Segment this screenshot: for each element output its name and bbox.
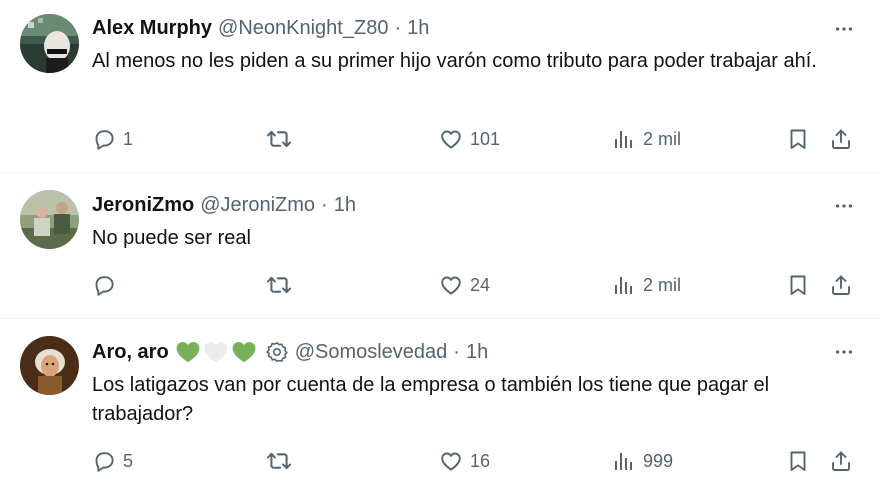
timestamp[interactable]: 1h — [334, 193, 356, 217]
retweet-icon — [266, 448, 292, 474]
views-icon — [612, 127, 636, 151]
retweet-button[interactable] — [266, 270, 299, 300]
views-button[interactable]: 999 — [612, 446, 673, 476]
bookmark-icon — [786, 273, 810, 297]
tweet-header: JeroniZmo @JeroniZmo · 1h — [92, 193, 356, 217]
separator-dot: · — [394, 17, 402, 39]
share-button[interactable] — [829, 124, 853, 154]
more-icon[interactable] — [832, 194, 856, 218]
author-handle[interactable]: @JeroniZmo — [200, 193, 315, 217]
tweet-header: Alex Murphy @NeonKnight_Z80 · 1h — [92, 16, 429, 40]
retweet-icon — [266, 272, 292, 298]
views-count: 2 mil — [643, 128, 682, 149]
like-count: 16 — [470, 450, 491, 471]
separator-dot: · — [453, 341, 460, 363]
bookmark-icon — [786, 449, 810, 473]
share-button[interactable] — [829, 270, 853, 300]
author-name[interactable]: Alex Murphy — [92, 16, 212, 40]
green-heart-icon — [231, 339, 257, 365]
like-button[interactable]: 16 — [439, 446, 490, 476]
reply-button[interactable] — [92, 270, 123, 300]
tweet-text: Al menos no les piden a su primer hijo v… — [92, 50, 817, 72]
separator-dot: · — [321, 194, 328, 216]
share-icon — [829, 127, 853, 151]
white-heart-icon — [203, 339, 229, 365]
action-bar: 1 101 2 mil — [92, 124, 864, 154]
bookmark-button[interactable] — [786, 446, 810, 476]
tweet-header: Aro, aro @Somoslevedad · 1h — [92, 339, 488, 365]
like-count: 24 — [470, 274, 491, 295]
tweet-2[interactable]: JeroniZmo @JeroniZmo · 1h No puede ser r… — [0, 173, 880, 318]
views-button[interactable]: 2 mil — [612, 270, 681, 300]
avatar[interactable] — [20, 336, 79, 395]
author-name[interactable]: Aro, aro — [92, 340, 169, 364]
author-handle[interactable]: @Somoslevedad — [295, 340, 448, 364]
author-name[interactable]: JeroniZmo — [92, 193, 194, 217]
reply-icon — [92, 127, 116, 151]
reply-icon — [92, 449, 116, 473]
reply-count: 1 — [123, 128, 134, 149]
reply-count: 5 — [123, 450, 134, 471]
bookmark-icon — [786, 127, 810, 151]
green-heart-icon — [175, 339, 201, 365]
reply-button[interactable]: 5 — [92, 446, 133, 476]
like-icon — [439, 127, 463, 151]
like-icon — [439, 273, 463, 297]
retweet-icon — [266, 126, 292, 152]
like-count: 101 — [470, 128, 501, 149]
share-icon — [829, 273, 853, 297]
tweet-text: Los latigazos van por cuenta de la empre… — [92, 374, 770, 425]
tweet-3[interactable]: Aro, aro @Somoslevedad · 1h Los latigazo… — [0, 319, 880, 495]
avatar[interactable] — [20, 190, 79, 249]
share-icon — [829, 449, 853, 473]
views-icon — [612, 273, 636, 297]
views-button[interactable]: 2 mil — [612, 124, 681, 154]
reply-icon — [92, 273, 116, 297]
bookmark-button[interactable] — [786, 124, 810, 154]
tweet-text: No puede ser real — [92, 227, 251, 249]
retweet-button[interactable] — [266, 124, 299, 154]
views-icon — [612, 449, 636, 473]
timestamp[interactable]: 1h — [466, 340, 488, 364]
like-button[interactable]: 24 — [439, 270, 490, 300]
views-count: 2 mil — [643, 274, 682, 295]
name-emojis — [175, 339, 257, 365]
gear-badge-icon — [265, 340, 289, 364]
author-handle[interactable]: @NeonKnight_Z80 — [218, 16, 388, 40]
tweet-1[interactable]: Alex Murphy @NeonKnight_Z80 · 1h Al meno… — [0, 0, 880, 172]
timestamp[interactable]: 1h — [407, 16, 429, 40]
avatar[interactable] — [20, 14, 79, 73]
action-bar: 24 2 mil — [92, 270, 864, 300]
like-icon — [439, 449, 463, 473]
bookmark-button[interactable] — [786, 270, 810, 300]
share-button[interactable] — [829, 446, 853, 476]
reply-button[interactable]: 1 — [92, 124, 133, 154]
action-bar: 5 16 999 — [92, 446, 864, 476]
like-button[interactable]: 101 — [439, 124, 500, 154]
more-icon[interactable] — [832, 340, 856, 364]
views-count: 999 — [643, 450, 674, 471]
retweet-button[interactable] — [266, 446, 299, 476]
more-icon[interactable] — [832, 17, 856, 41]
